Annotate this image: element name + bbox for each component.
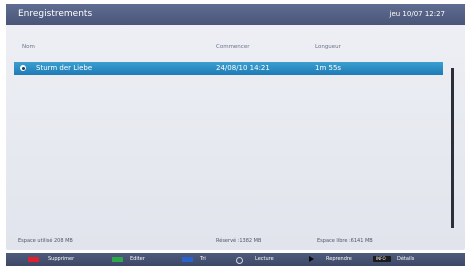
edit-key-label[interactable]: Editer [130, 256, 145, 262]
space-used: Espace utilisé 208 MB [18, 238, 73, 244]
space-free: Espace libre :6141 MB [317, 238, 373, 244]
play-icon [309, 256, 314, 262]
recording-length: 1m 55s [315, 64, 342, 72]
delete-key-label[interactable]: Supprimer [48, 256, 74, 262]
sort-key-label[interactable]: Tri [200, 256, 206, 262]
key-legend-bar: Supprimer Editer Tri Lecture Reprendre I… [6, 253, 465, 266]
recording-start: 24/08/10 14:21 [216, 64, 270, 72]
title-bar: Enregistrements jeu 10/07 12:27 [6, 4, 465, 25]
details-key-label[interactable]: Détails [397, 256, 414, 262]
info-button-icon: INFO [373, 256, 391, 262]
play-key-label[interactable]: Lecture [255, 256, 274, 262]
page-title: Enregistrements [18, 9, 93, 19]
recordings-panel [6, 4, 465, 250]
red-key-icon [28, 257, 39, 262]
recording-icon [20, 65, 26, 71]
ok-button-icon [236, 257, 243, 264]
recording-row[interactable]: Sturm der Liebe 24/08/10 14:21 1m 55s [14, 62, 443, 75]
space-reserved: Réservé :1382 MB [216, 238, 262, 244]
recording-name: Sturm der Liebe [36, 64, 93, 72]
column-header-length[interactable]: Longueur [315, 44, 341, 50]
scrollbar[interactable] [451, 68, 454, 228]
blue-key-icon [182, 257, 193, 262]
resume-key-label[interactable]: Reprendre [326, 256, 352, 262]
column-header-name[interactable]: Nom [22, 44, 35, 50]
info-button-text: INFO [376, 256, 386, 261]
clock: jeu 10/07 12:27 [389, 10, 445, 18]
green-key-icon [112, 257, 123, 262]
column-header-start[interactable]: Commencer [216, 44, 249, 50]
